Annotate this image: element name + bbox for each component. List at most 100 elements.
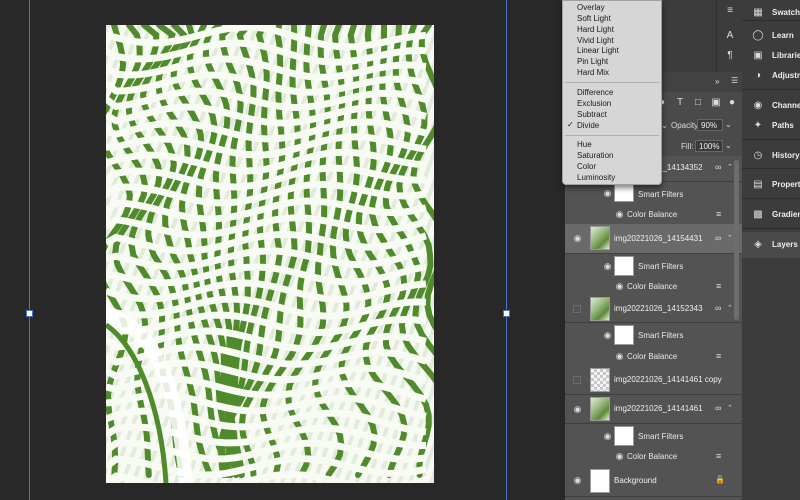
filter-mask-thumbnail[interactable] bbox=[614, 256, 634, 276]
layer-row-selected[interactable]: ◉ img20221026_14154431 ∞ ⌃ bbox=[565, 224, 742, 254]
dock-item-adjustments[interactable]: ◑ Adjustments bbox=[742, 63, 800, 89]
eye-icon[interactable]: ◉ bbox=[603, 331, 612, 340]
blend-option[interactable]: Linear Light bbox=[577, 46, 619, 55]
smart-filters-row[interactable]: ◉ Smart Filters bbox=[565, 254, 742, 278]
opacity-label: Opacity: bbox=[671, 121, 701, 130]
fill-label: Fill: bbox=[681, 142, 694, 151]
eye-icon[interactable]: ◉ bbox=[573, 476, 582, 485]
collapse-panels-icon[interactable]: » bbox=[715, 77, 719, 86]
layer-name: img20221026_14141461 copy bbox=[614, 375, 722, 384]
collapse-caret-icon[interactable]: ⌃ bbox=[727, 163, 733, 171]
blend-option[interactable]: Vivid Light bbox=[577, 36, 614, 45]
filter-type-icon[interactable]: T bbox=[674, 97, 686, 109]
filter-mask-thumbnail[interactable] bbox=[614, 325, 634, 345]
dock-label: Gradients bbox=[772, 210, 800, 219]
layers-scrollbar[interactable] bbox=[734, 160, 739, 320]
layer-thumbnail[interactable] bbox=[590, 469, 610, 493]
smart-filters-row[interactable]: ◉ Smart Filters bbox=[565, 182, 742, 204]
fill-input[interactable]: 100% bbox=[695, 140, 723, 152]
collapse-caret-icon[interactable]: ⌃ bbox=[727, 404, 733, 412]
transform-handle-right[interactable] bbox=[503, 310, 510, 317]
dock-item-history[interactable]: ◷ History bbox=[742, 143, 800, 169]
blend-option[interactable]: Luminosity bbox=[577, 173, 615, 182]
transform-handle-left[interactable] bbox=[26, 310, 33, 317]
eye-icon[interactable]: ◉ bbox=[603, 432, 612, 441]
sliders-icon[interactable]: ≡ bbox=[724, 5, 736, 17]
selection-bound-right bbox=[506, 0, 507, 500]
blend-option[interactable]: Pin Light bbox=[577, 57, 608, 66]
filter-row[interactable]: ◉ Color Balance ≡ bbox=[565, 449, 742, 465]
blend-option[interactable]: Hue bbox=[577, 140, 592, 149]
dock-item-gradients[interactable]: ▩ Gradients bbox=[742, 202, 800, 228]
filter-toggle-icon[interactable]: ● bbox=[726, 97, 738, 109]
dock-item-paths[interactable]: ✦ Paths bbox=[742, 113, 800, 139]
layer-thumbnail[interactable] bbox=[590, 397, 610, 421]
smart-filters-label: Smart Filters bbox=[638, 432, 684, 441]
layer-row[interactable]: img20221026_14141461 copy bbox=[565, 366, 742, 395]
smart-filters-row[interactable]: ◉ Smart Filters bbox=[565, 323, 742, 347]
filter-mask-thumbnail[interactable] bbox=[614, 426, 634, 446]
blend-option[interactable]: Exclusion bbox=[577, 99, 611, 108]
selection-bound-left bbox=[29, 0, 30, 500]
blend-option[interactable]: Color bbox=[577, 162, 596, 171]
filter-row[interactable]: ◉ Color Balance ≡ bbox=[565, 205, 742, 223]
opacity-chevron-icon[interactable]: ⌄ bbox=[725, 120, 732, 129]
menu-divider bbox=[565, 135, 659, 136]
eye-icon[interactable]: ◉ bbox=[573, 234, 582, 243]
visibility-toggle[interactable] bbox=[573, 376, 581, 384]
filter-smart-object-icon[interactable]: ▣ bbox=[710, 97, 722, 109]
filter-options-icon[interactable]: ≡ bbox=[716, 451, 721, 461]
layer-row[interactable]: ◉ img20221026_14141461 ∞ ⌃ bbox=[565, 395, 742, 424]
blend-option-selected[interactable]: Divide bbox=[577, 121, 599, 130]
blend-mode-menu[interactable]: Overlay Soft Light Hard Light Vivid Ligh… bbox=[562, 0, 662, 185]
eye-icon[interactable]: ◉ bbox=[603, 189, 612, 198]
blend-option[interactable]: Subtract bbox=[577, 110, 607, 119]
panel-dock: ▦ Swatches ◯ Learn ▣ Libraries ◑ Adjustm… bbox=[742, 0, 800, 500]
collapse-caret-icon[interactable]: ⌃ bbox=[727, 234, 733, 242]
eye-icon[interactable]: ◉ bbox=[603, 262, 612, 271]
layer-row[interactable]: img20221026_14152343 ∞ ⌃ bbox=[565, 296, 742, 323]
layer-name: Background bbox=[614, 476, 657, 485]
blend-option[interactable]: Hard Mix bbox=[577, 68, 609, 77]
blend-option[interactable]: Saturation bbox=[577, 151, 613, 160]
dock-label: Paths bbox=[772, 121, 794, 130]
lock-icon: 🔒 bbox=[715, 475, 725, 484]
eye-icon[interactable]: ◉ bbox=[573, 405, 582, 414]
visibility-toggle[interactable] bbox=[573, 305, 581, 313]
smart-filters-row[interactable]: ◉ Smart Filters bbox=[565, 424, 742, 448]
panel-menu-icon[interactable]: ☰ bbox=[731, 76, 738, 85]
blend-option[interactable]: Difference bbox=[577, 88, 613, 97]
eye-icon[interactable]: ◉ bbox=[615, 452, 624, 461]
fill-chevron-icon[interactable]: ⌄ bbox=[725, 141, 732, 150]
layer-thumbnail[interactable] bbox=[590, 226, 610, 250]
blend-option[interactable]: Soft Light bbox=[577, 14, 611, 23]
layer-thumbnail[interactable] bbox=[590, 297, 610, 321]
filter-shape-icon[interactable]: □ bbox=[692, 97, 704, 109]
paths-icon: ✦ bbox=[753, 120, 763, 131]
filter-row[interactable]: ◉ Color Balance ≡ bbox=[565, 279, 742, 295]
blend-mode-chevron-icon[interactable]: ⌄ bbox=[661, 121, 668, 130]
dock-item-properties[interactable]: ▤ Properties bbox=[742, 172, 800, 198]
eye-icon[interactable]: ◉ bbox=[615, 210, 624, 219]
blend-option[interactable]: Overlay bbox=[577, 3, 605, 12]
filter-row[interactable]: ◉ Color Balance ≡ bbox=[565, 348, 742, 365]
adjustments-icon: ◑ bbox=[754, 70, 762, 81]
swatches-icon: ▦ bbox=[753, 7, 763, 18]
dock-item-layers[interactable]: ◈ Layers bbox=[742, 232, 800, 258]
filter-mask-thumbnail[interactable] bbox=[614, 184, 634, 202]
collapse-caret-icon[interactable]: ⌃ bbox=[727, 304, 733, 312]
filter-options-icon[interactable]: ≡ bbox=[716, 351, 721, 361]
eye-icon[interactable]: ◉ bbox=[615, 352, 624, 361]
document-canvas[interactable] bbox=[0, 0, 565, 500]
filter-options-icon[interactable]: ≡ bbox=[716, 281, 721, 291]
dock-label: Properties bbox=[772, 180, 800, 189]
filter-options-icon[interactable]: ≡ bbox=[716, 209, 721, 219]
smart-filters-label: Smart Filters bbox=[638, 190, 684, 199]
eye-icon[interactable]: ◉ bbox=[615, 282, 624, 291]
layer-thumbnail[interactable] bbox=[590, 368, 610, 392]
blend-option[interactable]: Hard Light bbox=[577, 25, 614, 34]
opacity-input[interactable]: 90% bbox=[697, 119, 723, 131]
layer-row-background[interactable]: ◉ Background 🔒 bbox=[565, 466, 742, 497]
paragraph-icon[interactable]: ¶ bbox=[724, 50, 736, 62]
character-icon[interactable]: A bbox=[724, 30, 736, 42]
